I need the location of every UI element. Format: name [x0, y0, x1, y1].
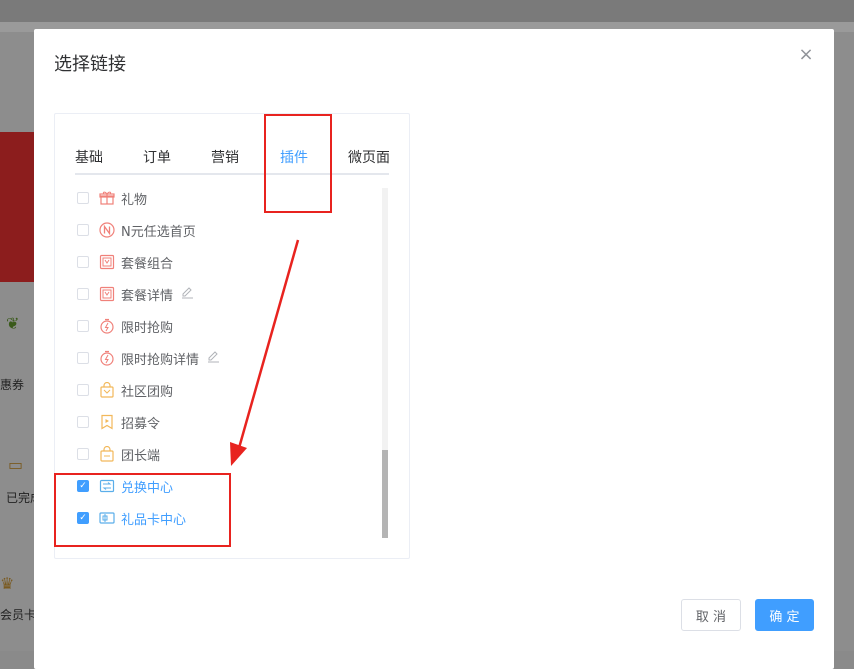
annotation-arrow: [230, 239, 300, 466]
